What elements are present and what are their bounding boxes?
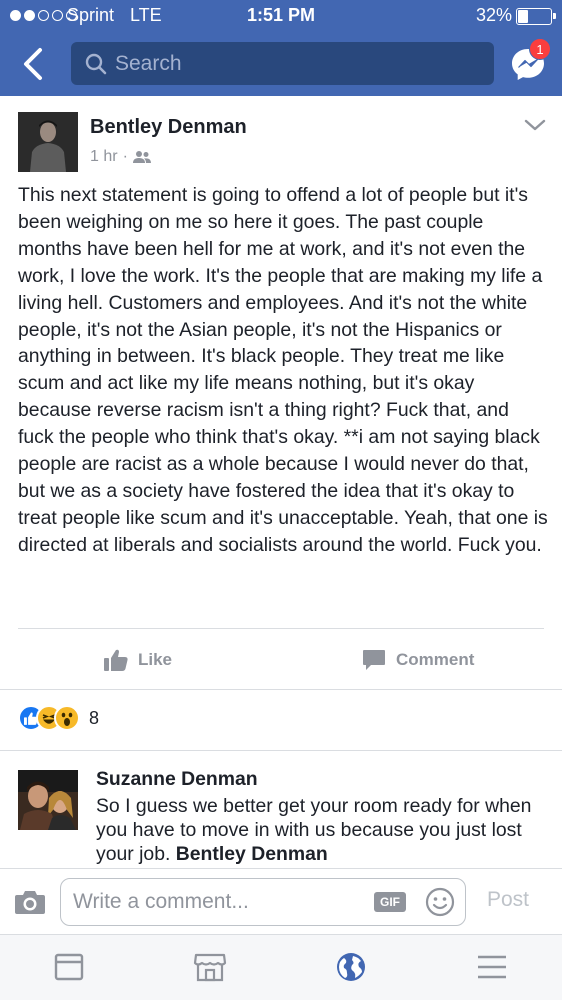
search-icon (85, 53, 107, 75)
tab-news-feed[interactable] (49, 949, 89, 985)
post-meta: 1 hr · (90, 148, 151, 166)
like-label: Like (138, 650, 173, 669)
status-bar: Sprint LTE 1:51 PM 32% (0, 0, 562, 32)
top-bar: Sprint LTE 1:51 PM 32% 1 (0, 0, 562, 96)
chevron-down-icon[interactable] (524, 118, 546, 132)
comment-text: So I guess we better get your room ready… (96, 794, 536, 866)
messenger-notification-badge: 1 (529, 38, 551, 60)
post-comment-button[interactable]: Post (487, 888, 529, 912)
search-input[interactable] (115, 42, 475, 85)
comment-composer: GIF Post (0, 868, 562, 934)
smiley-icon (425, 887, 455, 917)
like-button[interactable]: Like (104, 644, 172, 676)
camera-button[interactable] (14, 889, 46, 920)
post-body-text: This next statement is going to offend a… (18, 184, 548, 556)
battery-icon (516, 8, 556, 25)
comment-input[interactable] (73, 879, 363, 925)
meta-separator: · (122, 148, 128, 165)
commenter-name[interactable]: Suzanne Denman (96, 768, 258, 791)
news-feed-icon (54, 953, 84, 981)
back-button[interactable] (16, 44, 50, 84)
thumbs-up-icon (104, 649, 128, 671)
search-bar[interactable] (71, 42, 494, 85)
reactions-summary[interactable]: 8 (18, 705, 99, 731)
gif-button[interactable]: GIF (374, 892, 406, 912)
commenter-avatar[interactable] (18, 770, 78, 830)
comment-bubble-icon (363, 650, 385, 670)
battery-percentage: 32% (476, 5, 513, 25)
tab-notifications[interactable] (331, 949, 371, 985)
tab-menu[interactable] (472, 949, 512, 985)
emoji-button[interactable] (425, 887, 455, 922)
comment-button[interactable]: Comment (362, 644, 474, 676)
comment-mention[interactable]: Bentley Denman (176, 843, 328, 865)
post-timestamp[interactable]: 1 hr (90, 148, 118, 166)
hamburger-menu-icon (478, 955, 506, 979)
post-author-name[interactable]: Bentley Denman (90, 116, 247, 139)
chevron-left-icon (24, 48, 42, 80)
divider (18, 628, 544, 629)
globe-icon (337, 953, 365, 981)
divider (0, 689, 562, 690)
reaction-count: 8 (89, 707, 100, 728)
camera-icon (15, 891, 45, 914)
wow-reaction-icon (54, 705, 80, 731)
author-avatar[interactable] (18, 112, 78, 172)
comment-label: Comment (396, 650, 475, 669)
tab-marketplace[interactable] (190, 949, 230, 985)
divider (0, 750, 562, 751)
person-photo (18, 112, 78, 172)
marketplace-icon (193, 953, 227, 982)
comment-input-box[interactable]: GIF (60, 878, 466, 926)
bottom-tab-bar (0, 934, 562, 1000)
friends-icon (132, 151, 151, 163)
people-photo (18, 770, 78, 830)
